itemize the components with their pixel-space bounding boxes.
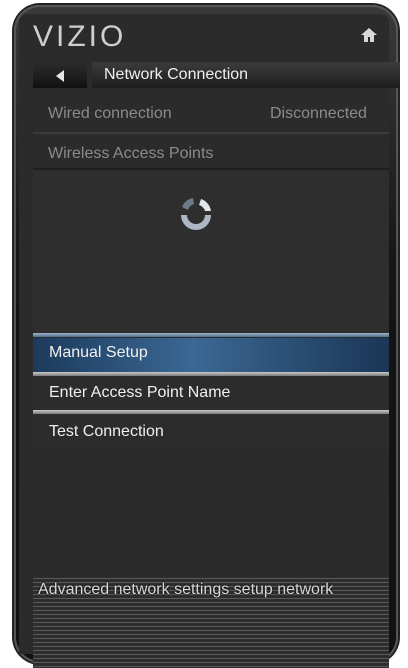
loading-spinner-icon <box>181 198 211 230</box>
back-arrow-icon <box>56 70 64 82</box>
menu-divider <box>33 333 389 337</box>
vizio-logo: VIZIO <box>33 20 127 53</box>
wireless-access-points-label: Wireless Access Points <box>48 145 214 162</box>
divider <box>33 132 389 134</box>
manual-setup-label: Manual Setup <box>49 344 148 361</box>
footer-hint: Advanced network settings setup network <box>38 581 334 598</box>
wired-connection-status: Disconnected <box>270 105 367 122</box>
test-connection-label: Test Connection <box>49 423 164 440</box>
wired-connection-label: Wired connection <box>48 105 172 122</box>
page-title: Network Connection <box>92 62 400 88</box>
enter-access-point-name-label: Enter Access Point Name <box>49 384 231 401</box>
back-button[interactable] <box>33 62 87 88</box>
empty-panel <box>33 450 389 578</box>
home-icon[interactable] <box>360 26 378 44</box>
